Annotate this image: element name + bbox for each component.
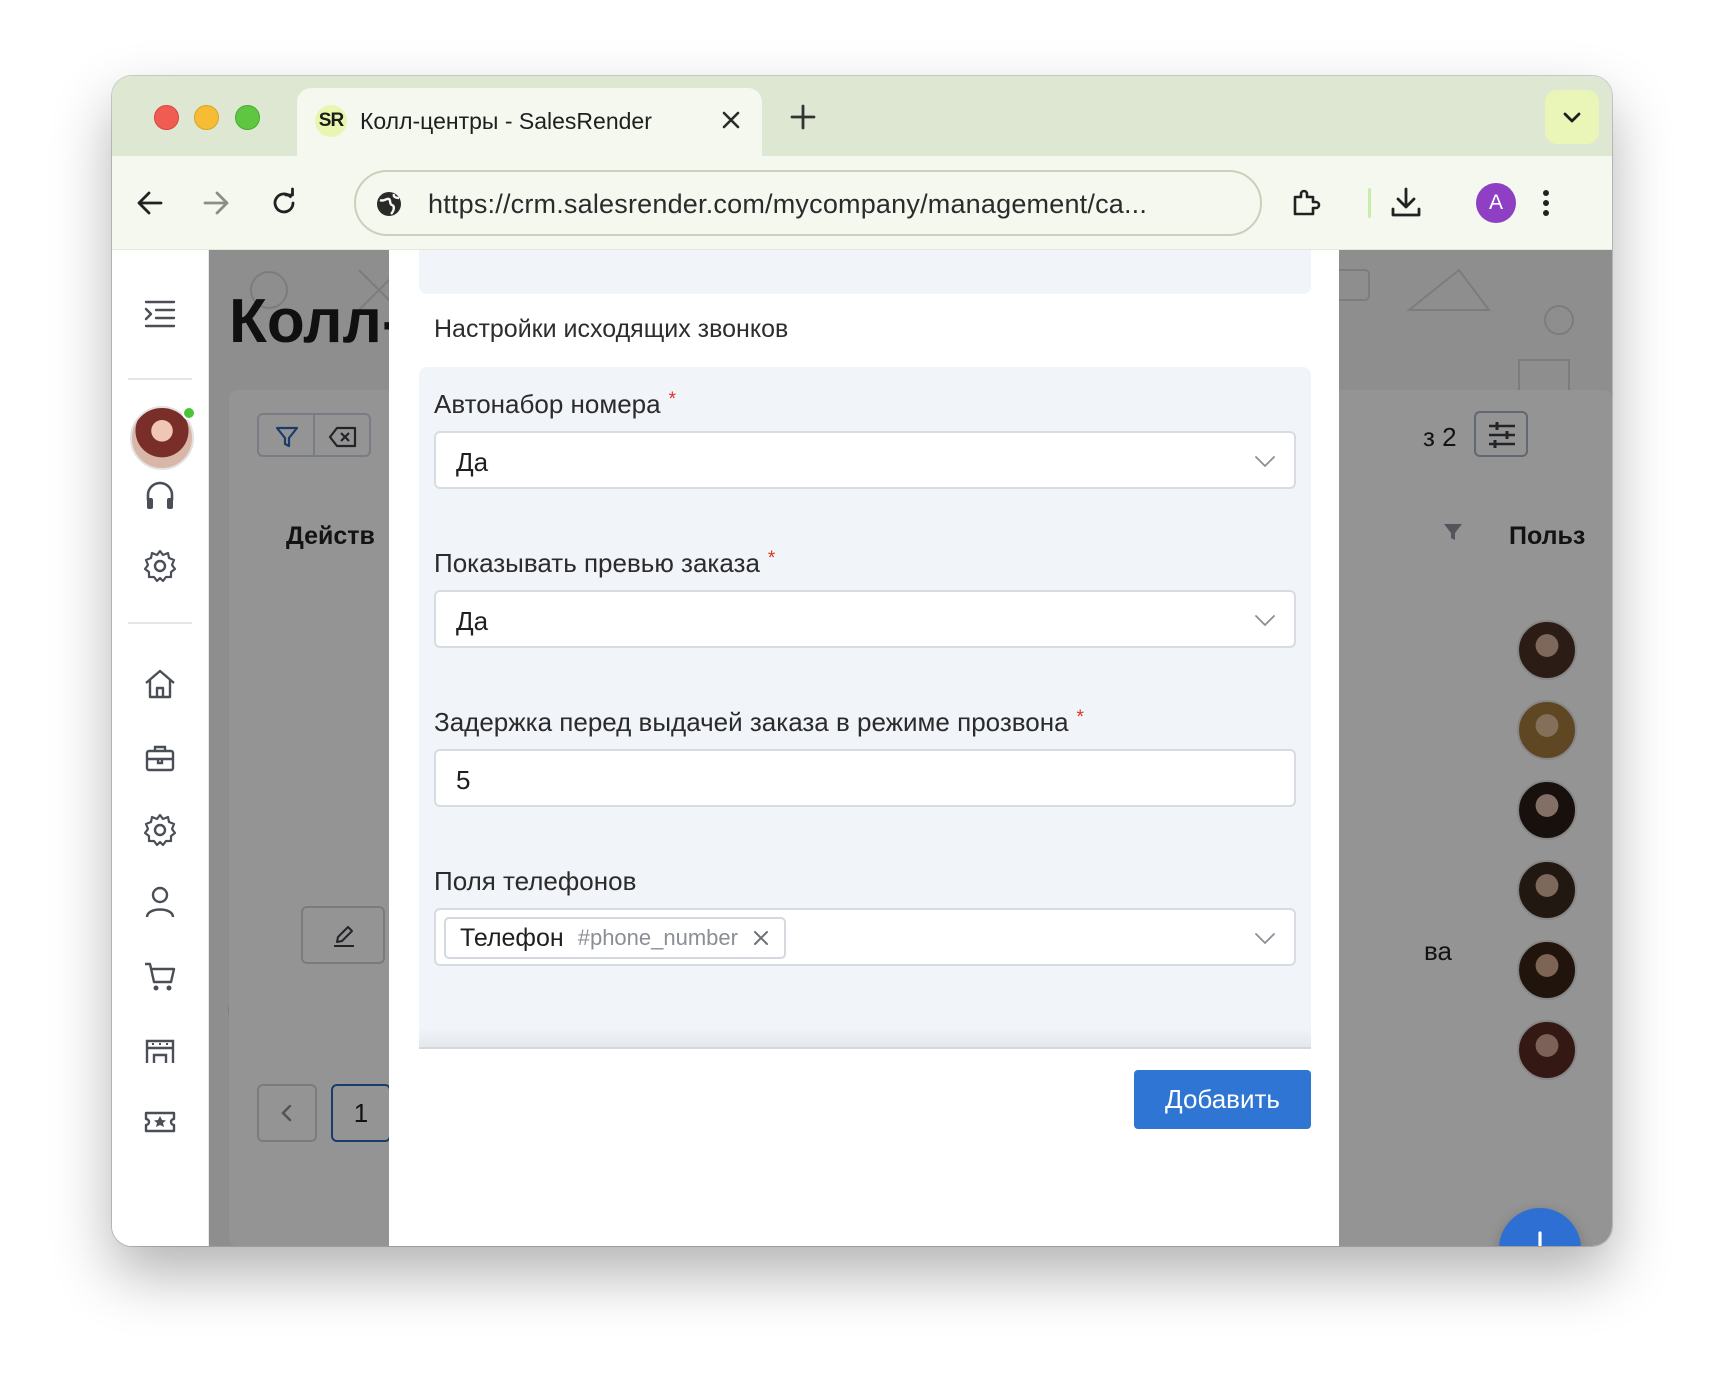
order-preview-select[interactable]: Да — [434, 590, 1296, 648]
autodial-select[interactable]: Да — [434, 431, 1296, 489]
building-icon[interactable] — [140, 1030, 180, 1070]
tab-title: Колл-центры - SalesRender — [360, 108, 652, 134]
chevron-down-icon — [1255, 615, 1275, 627]
chip-label: Телефон — [460, 923, 564, 952]
download-icon[interactable] — [1388, 185, 1424, 221]
cart-icon[interactable] — [140, 956, 180, 996]
maximize-window-button[interactable] — [235, 105, 260, 130]
previous-section-block — [419, 250, 1311, 294]
chevron-down-icon — [1563, 112, 1581, 123]
menu-toggle-icon[interactable] — [140, 294, 180, 334]
toolbar-separator — [1368, 188, 1371, 218]
forward-arrow-icon[interactable] — [198, 185, 234, 221]
app-page: Колл- Действ Польз з 2 ва 1 Настройки ис… — [112, 250, 1612, 1246]
field-label-phone-fields: Поля телефонов — [434, 866, 637, 896]
settings-icon[interactable] — [140, 810, 180, 850]
salesrender-favicon-icon: SR — [315, 105, 347, 137]
chevron-down-icon — [1255, 456, 1275, 468]
screenshot-stage: SR Колл-центры - SalesRender https://crm… — [0, 0, 1716, 1388]
briefcase-icon[interactable] — [140, 738, 180, 778]
online-status-dot — [182, 406, 196, 420]
browser-window: SR Колл-центры - SalesRender https://crm… — [112, 76, 1612, 1246]
footer-divider — [419, 1047, 1311, 1049]
site-info-globe-icon[interactable] — [374, 189, 404, 219]
add-button[interactable]: Добавить — [1134, 1070, 1311, 1129]
browser-toolbar: https://crm.salesrender.com/mycompany/ma… — [112, 156, 1612, 250]
more-vertical-icon[interactable] — [1528, 185, 1564, 221]
tab-search-button[interactable] — [1545, 90, 1599, 144]
reload-icon[interactable] — [266, 185, 302, 221]
required-asterisk: * — [767, 548, 776, 569]
field-label-delay: Задержка перед выдачей заказа в режиме п… — [434, 707, 1084, 737]
scroll-shadow — [419, 1028, 1311, 1048]
minimize-window-button[interactable] — [194, 105, 219, 130]
extensions-puzzle-icon[interactable] — [1288, 185, 1324, 221]
sidebar-divider — [128, 622, 192, 624]
field-label-autodial: Автонабор номера * — [434, 389, 676, 419]
required-asterisk: * — [668, 389, 676, 410]
chip-code: #phone_number — [577, 925, 738, 950]
sidebar-divider — [128, 378, 192, 380]
tab-close-icon[interactable] — [717, 106, 745, 134]
tab-bar: SR Колл-центры - SalesRender — [112, 76, 1612, 156]
close-window-button[interactable] — [154, 105, 179, 130]
address-bar[interactable]: https://crm.salesrender.com/mycompany/ma… — [354, 170, 1262, 236]
chip-remove-icon[interactable] — [752, 929, 770, 947]
delay-value: 5 — [456, 765, 471, 795]
user-icon[interactable] — [140, 882, 180, 922]
app-sidebar — [112, 250, 209, 1246]
field-label-order-preview: Показывать превью заказа * — [434, 548, 776, 578]
headset-icon[interactable] — [140, 476, 180, 516]
back-arrow-icon[interactable] — [132, 185, 168, 221]
section-title: Настройки исходящих звонков — [434, 315, 789, 343]
chevron-down-icon — [1255, 933, 1275, 945]
order-preview-value: Да — [456, 606, 489, 636]
new-tab-icon[interactable] — [788, 102, 818, 132]
profile-avatar[interactable]: A — [1476, 183, 1516, 223]
selected-phone-field-chip: Телефон #phone_number — [444, 917, 786, 959]
ticket-star-icon[interactable] — [140, 1102, 180, 1142]
plus-icon — [1538, 1231, 1542, 1246]
gear-icon[interactable] — [140, 546, 180, 586]
outgoing-calls-settings: Автонабор номера * Да Показывать превью з… — [419, 367, 1311, 1049]
add-call-center-modal: Настройки исходящих звонков Автонабор но… — [389, 250, 1339, 1246]
url-text: https://crm.salesrender.com/mycompany/ma… — [428, 189, 1148, 219]
delay-input[interactable]: 5 — [434, 749, 1296, 807]
required-asterisk: * — [1076, 707, 1084, 728]
phone-fields-multiselect[interactable]: Телефон #phone_number — [434, 908, 1296, 966]
autodial-value: Да — [456, 447, 489, 477]
browser-tab-active[interactable]: SR Колл-центры - SalesRender — [297, 88, 762, 156]
home-icon[interactable] — [140, 664, 180, 704]
